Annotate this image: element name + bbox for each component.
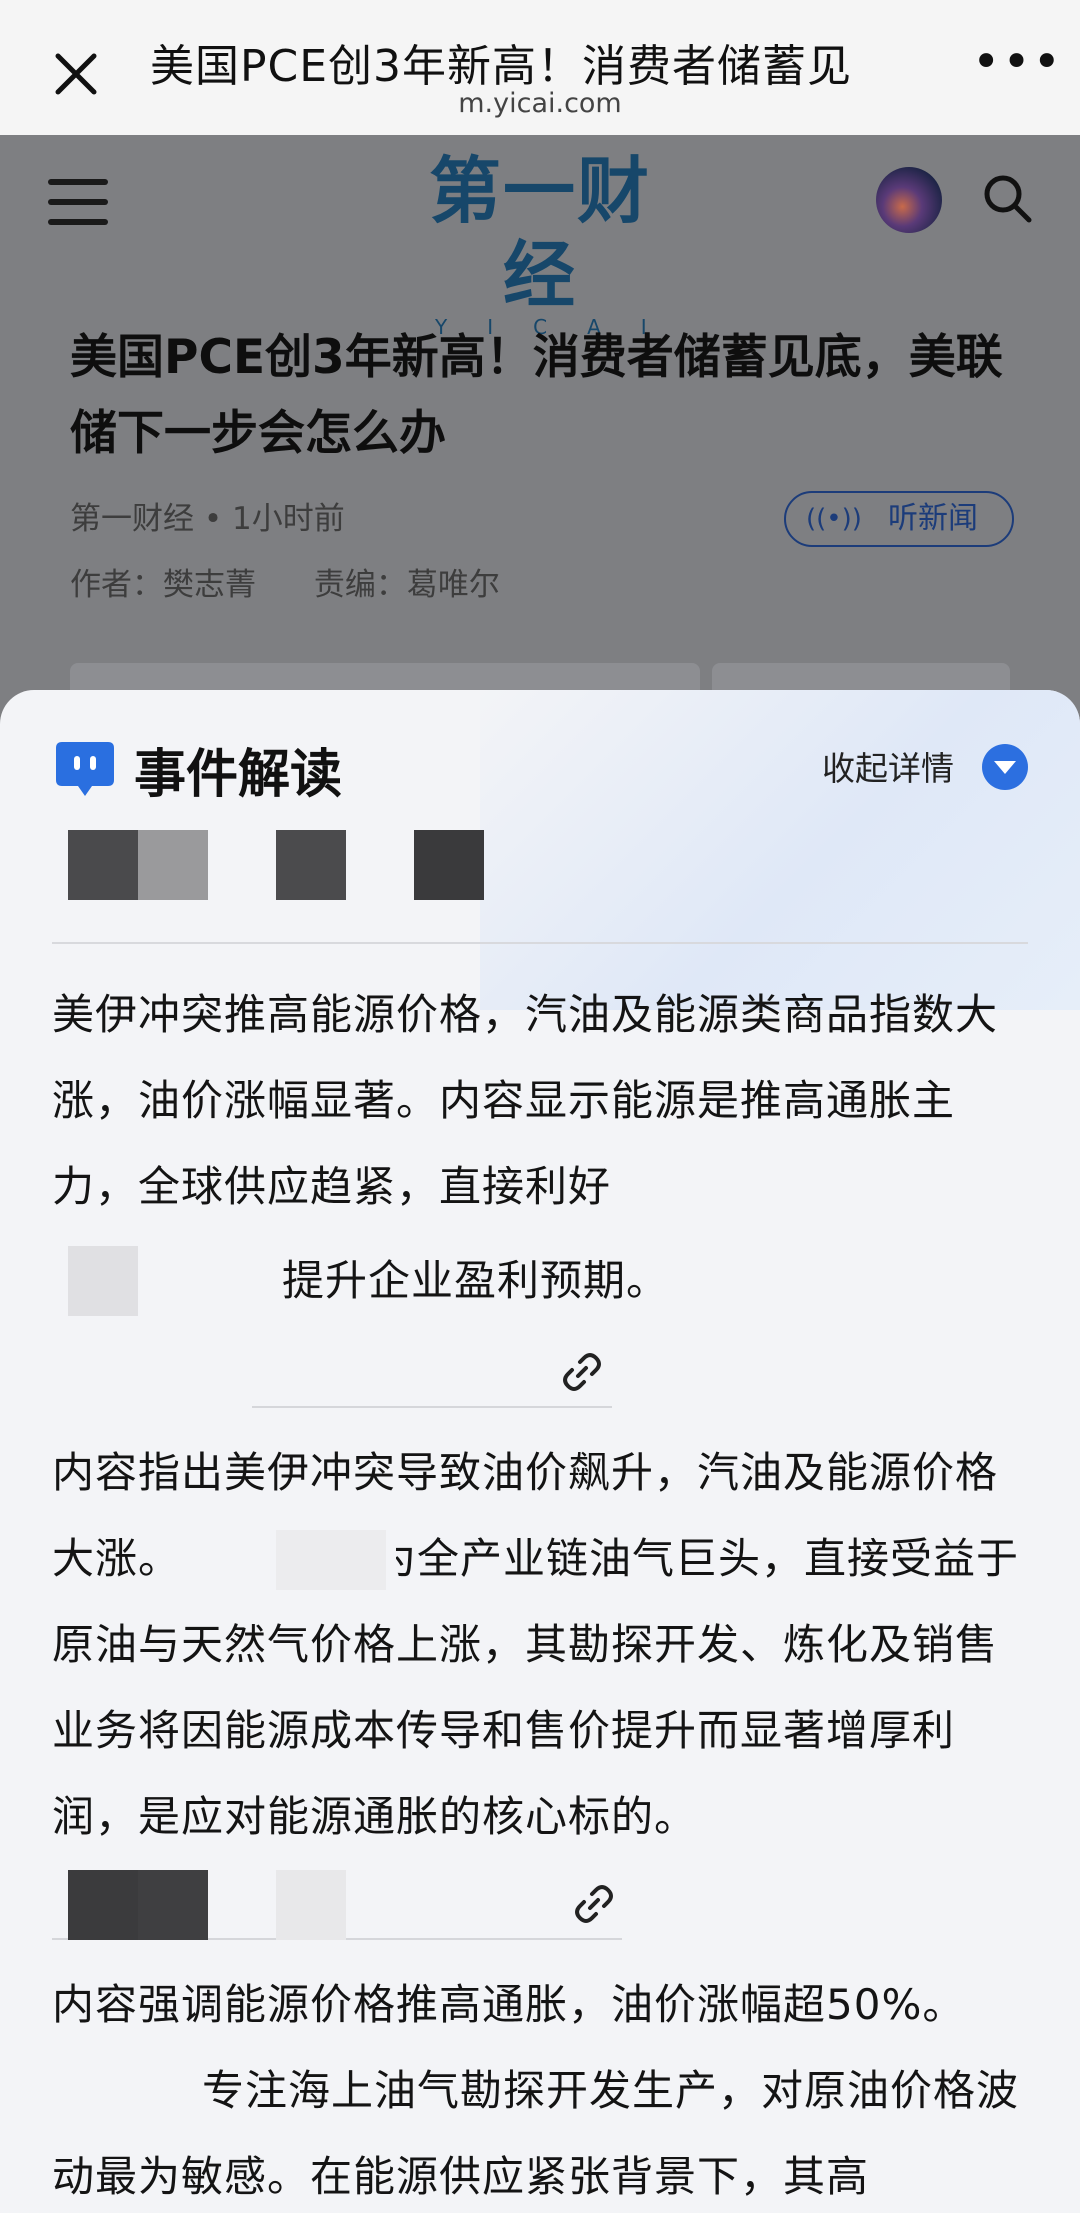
link-icon[interactable]: [570, 1880, 618, 1928]
summary-tail: 提升企业盈利预期。: [282, 1256, 670, 1305]
search-icon[interactable]: [980, 171, 1034, 225]
more-options-icon[interactable]: •••: [972, 38, 1061, 102]
article-background: 第一财经 YICAI 美国PCE创3年新高！消费者储蓄见底，美联储下一步会怎么办…: [0, 135, 1080, 743]
collapse-details-button[interactable]: 收起详情: [822, 742, 954, 790]
article-headline: 美国PCE创3年新高！消费者储蓄见底，美联储下一步会怎么办: [70, 330, 1003, 461]
audio-wave-icon: ((•)): [806, 504, 862, 534]
related-stock-tags: [68, 830, 668, 900]
avatar[interactable]: [876, 167, 942, 233]
link-icon[interactable]: [558, 1348, 606, 1396]
stock-analysis-1: 内容指出美伊冲突导致油价飙升，汽油及能源价格大涨。 作为全产业链油气巨头，直接受益…: [52, 1430, 1032, 1860]
listen-news-label: 听新闻: [888, 501, 978, 536]
chat-bubble-icon: [56, 742, 114, 796]
listen-news-button[interactable]: ((•)) 听新闻: [784, 491, 1014, 547]
analysis-2-a: 内容强调能源价格推高通胀，油价涨幅超50%。: [52, 1980, 966, 2029]
article-authors: 作者：樊志菁 责编：葛唯尔: [70, 559, 548, 604]
site-logo[interactable]: 第一财经 YICAI: [405, 149, 675, 337]
page-title: 美国PCE创3年新高！消费者储蓄见: [150, 41, 853, 92]
stock-link-item[interactable]: [52, 1870, 622, 1940]
browser-top-bar: 美国PCE创3年新高！消费者储蓄见 m.yicai.com •••: [0, 0, 1080, 135]
author-name: 作者：樊志菁: [70, 567, 256, 603]
analysis-1-b: 作为全产业链油气巨头，直接受益于原油与天然气价格上涨，其勘探开发、炼化及销售业务…: [52, 1534, 1020, 1841]
divider: [52, 942, 1028, 944]
stock-analysis-2: 内容强调能源价格推高通胀，油价涨幅超50%。专注海上油气勘探开发生产，对原油价格…: [52, 1962, 1032, 2213]
editor-name: 责编：葛唯尔: [313, 567, 500, 603]
event-interpretation-panel: 事件解读 收起详情 美伊冲突推高能源价格，汽油及能源类商品指数大涨，油价涨幅显著…: [0, 690, 1080, 2213]
stock-link-item[interactable]: [52, 1338, 612, 1408]
panel-title: 事件解读: [134, 745, 343, 805]
page-url: m.yicai.com: [458, 88, 622, 119]
chevron-down-icon[interactable]: [982, 744, 1028, 790]
menu-icon[interactable]: [48, 179, 108, 225]
logo-text: 第一财经: [428, 149, 651, 317]
article-source-time: 第一财经 • 1小时前: [70, 501, 345, 537]
